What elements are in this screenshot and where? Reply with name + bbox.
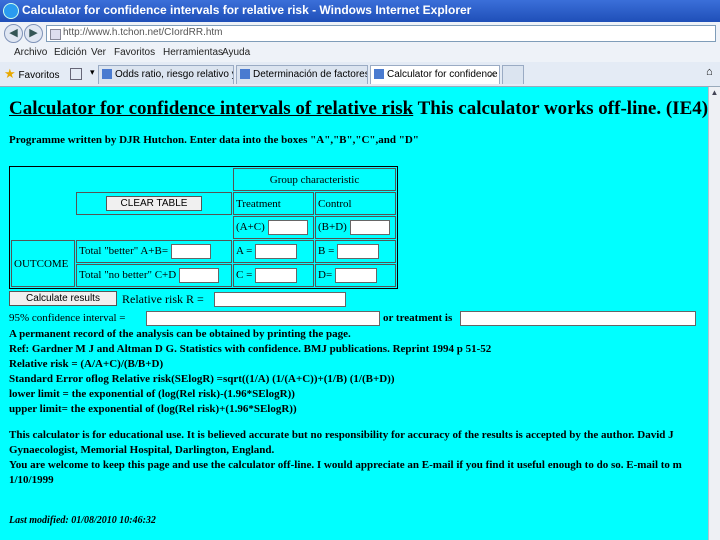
tab-bar: ★ Favoritos ▾ Odds ratio, riesgo relativ…	[0, 62, 720, 87]
page-heading: Calculator for confidence intervals of r…	[9, 98, 708, 120]
better-label: Total "better" A+B=	[79, 245, 169, 257]
forward-arrow-icon[interactable]: ▶	[24, 24, 43, 43]
disclaimer-line: 1/10/1999	[9, 474, 54, 486]
tab-odds-ratio[interactable]: Odds ratio, riesgo relativo y p...	[98, 65, 234, 84]
a-plus-c-label: (A+C)	[236, 221, 265, 233]
scroll-up-arrow-icon[interactable]: ▲	[710, 88, 719, 98]
calculate-results-button[interactable]: Calculate results	[9, 291, 117, 306]
info-line: Standard Error oflog Relative risk(SElog…	[9, 373, 395, 385]
a-label: A =	[236, 245, 253, 257]
page-icon	[240, 69, 250, 79]
b-plus-d-label: (B+D)	[318, 221, 347, 233]
new-tab-button[interactable]	[502, 65, 524, 84]
better-total-field[interactable]	[170, 244, 211, 259]
a-field[interactable]	[255, 244, 298, 259]
back-arrow-icon[interactable]: ◀	[4, 24, 23, 43]
menu-archivo[interactable]: Archivo	[14, 47, 47, 58]
b-label: B =	[318, 245, 335, 257]
menu-bar: Archivo Edición Ver Favoritos Herramient…	[0, 44, 720, 63]
or-treatment-label: or treatment is	[383, 312, 453, 324]
window-title: Calculator for confidence intervals for …	[22, 3, 472, 17]
page-icon	[374, 69, 384, 79]
address-toolbar: ◀ ▶ http://www.h.tchon.net/CIordRR.htm	[0, 22, 720, 45]
treatment-header: Treatment	[233, 192, 314, 215]
vertical-scrollbar[interactable]: ▲	[708, 87, 720, 540]
ie-logo-icon	[3, 3, 19, 19]
contingency-table: Group characteristic CLEAR TABLE Treatme…	[9, 166, 398, 289]
tab-determinacion[interactable]: Determinación de factores de ...	[236, 65, 368, 84]
relative-risk-output[interactable]	[214, 292, 346, 307]
home-icon[interactable]: ⌂	[706, 66, 713, 78]
c-field[interactable]	[255, 268, 298, 283]
programme-note: Programme written by DJR Hutchon. Enter …	[9, 134, 419, 146]
info-line: Ref: Gardner M J and Altman D G. Statist…	[9, 343, 492, 355]
relative-risk-label: Relative risk R =	[122, 292, 204, 306]
last-modified: Last modified: 01/08/2010 10:46:32	[9, 515, 156, 526]
window-title-bar: Calculator for confidence intervals for …	[0, 0, 720, 22]
control-header: Control	[315, 192, 396, 215]
heading-link[interactable]: Calculator for confidence intervals of r…	[9, 98, 413, 119]
ci-output[interactable]	[146, 311, 380, 326]
menu-ver[interactable]: Ver	[91, 47, 106, 58]
page-icon	[50, 29, 61, 40]
info-line: A permanent record of the analysis can b…	[9, 328, 351, 340]
disclaimer-line: You are welcome to keep this page and us…	[9, 459, 682, 471]
ci-label: 95% confidence interval =	[9, 312, 126, 324]
favorites-button[interactable]: ★ Favoritos	[4, 66, 60, 82]
menu-herramientas[interactable]: Herramientas	[163, 47, 223, 58]
info-line: lower limit = the exponential of (log(Re…	[9, 388, 295, 400]
disclaimer-line: Gynaecologist, Memorial Hospital, Darlin…	[9, 444, 275, 456]
close-tab-icon[interactable]: ✕	[488, 69, 496, 80]
c-label: C =	[236, 269, 253, 281]
group-characteristic-header: Group characteristic	[233, 168, 396, 191]
no-better-total-field[interactable]	[178, 268, 219, 283]
disclaimer-line: This calculator is for educational use. …	[9, 429, 674, 441]
treatment-output[interactable]	[460, 311, 696, 326]
menu-ayuda[interactable]: Ayuda	[222, 47, 250, 58]
heading-text: This calculator works off-line. (IE4)	[413, 98, 708, 119]
favorites-label: Favoritos	[18, 70, 60, 81]
star-icon: ★	[4, 66, 16, 81]
no-better-label: Total "no better" C+D	[79, 269, 177, 281]
page-content: Calculator for confidence intervals of r…	[0, 87, 708, 540]
menu-edicion[interactable]: Edición	[54, 47, 87, 58]
b-plus-d-field[interactable]	[349, 220, 390, 235]
outcome-label: OUTCOME	[11, 240, 75, 287]
tab-list-icon[interactable]: ▾	[90, 67, 95, 78]
page-icon	[102, 69, 112, 79]
quick-tabs-icon[interactable]	[70, 68, 82, 80]
info-line: Relative risk = (A/A+C)/(B/B+D)	[9, 358, 164, 370]
address-bar[interactable]: http://www.h.tchon.net/CIordRR.htm	[46, 25, 716, 42]
tab-calculator[interactable]: Calculator for confidence ... ✕	[370, 65, 500, 84]
info-line: upper limit= the exponential of (log(Rel…	[9, 403, 297, 415]
d-field[interactable]	[334, 268, 377, 283]
b-field[interactable]	[337, 244, 380, 259]
d-label: D=	[318, 269, 333, 281]
clear-table-button[interactable]: CLEAR TABLE	[106, 196, 202, 211]
a-plus-c-field[interactable]	[267, 220, 308, 235]
menu-favoritos[interactable]: Favoritos	[114, 47, 155, 58]
address-url: http://www.h.tchon.net/CIordRR.htm	[63, 27, 223, 38]
